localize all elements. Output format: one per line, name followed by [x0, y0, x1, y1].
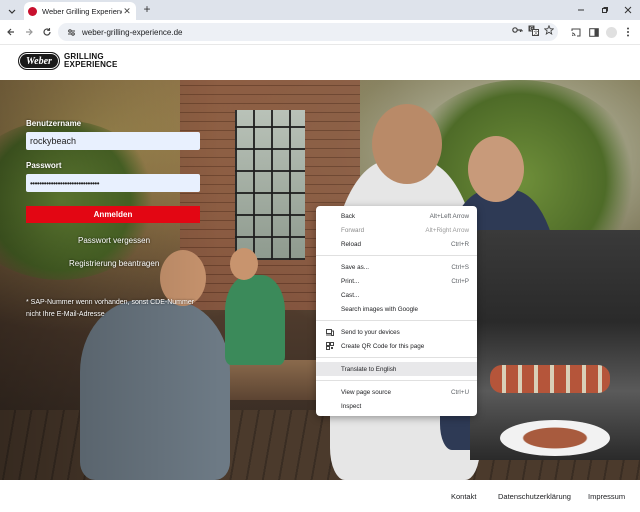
login-button[interactable]: Anmelden: [26, 206, 200, 223]
context-menu-translate[interactable]: Translate to English: [316, 362, 477, 376]
minimize-icon[interactable]: [574, 3, 588, 17]
restore-icon[interactable]: [598, 3, 612, 17]
new-tab-button[interactable]: +: [141, 3, 153, 15]
grill-food: [490, 365, 610, 393]
person-head: [468, 136, 524, 202]
logo-line2: EXPERIENCE: [64, 60, 118, 69]
tab-strip: Weber Grilling Experience ✕ +: [0, 0, 640, 20]
address-bar[interactable]: weber-grilling-experience.de: [58, 23, 558, 41]
side-panel-icon[interactable]: [588, 26, 600, 38]
password-label: Passwort: [26, 161, 62, 170]
bookmark-star-icon[interactable]: [543, 24, 555, 36]
svg-text:文: 文: [533, 29, 538, 36]
context-menu-separator: [316, 320, 477, 321]
cast-icon[interactable]: [570, 26, 582, 38]
password-key-icon[interactable]: [511, 24, 523, 36]
browser-tab[interactable]: Weber Grilling Experience ✕: [24, 2, 136, 20]
person-green-shirt: [225, 275, 285, 365]
username-field[interactable]: [26, 132, 200, 150]
devices-icon: [326, 328, 334, 336]
context-menu-cast[interactable]: Cast...: [316, 288, 477, 302]
footer-impressum-link[interactable]: Impressum: [588, 492, 625, 501]
context-menu-forward[interactable]: Forward Alt+Right Arrow: [316, 223, 477, 237]
footer-kontakt-link[interactable]: Kontakt: [451, 492, 476, 501]
food-plate: [500, 420, 610, 456]
browser-toolbar: weber-grilling-experience.de G文: [0, 20, 640, 44]
password-field[interactable]: [26, 174, 200, 192]
context-menu-view-source[interactable]: View page source Ctrl+U: [316, 385, 477, 399]
site-info-icon[interactable]: [66, 27, 76, 37]
weber-logo-mark: Weber: [18, 52, 60, 70]
context-menu-create-qr[interactable]: Create QR Code for this page: [316, 339, 477, 353]
context-menu-back[interactable]: Back Alt+Left Arrow: [316, 209, 477, 223]
forgot-password-link[interactable]: Passwort vergessen: [78, 236, 150, 245]
weber-logo[interactable]: Weber GRILLING EXPERIENCE: [18, 52, 118, 70]
person-head: [230, 248, 258, 280]
forward-icon[interactable]: [22, 25, 36, 39]
context-menu-send-to-devices[interactable]: Send to your devices: [316, 325, 477, 339]
context-menu-search-images[interactable]: Search images with Google: [316, 302, 477, 316]
background-window: [235, 110, 305, 260]
context-menu-separator: [316, 380, 477, 381]
context-menu: Back Alt+Left Arrow Forward Alt+Right Ar…: [316, 206, 477, 416]
context-menu-separator: [316, 255, 477, 256]
close-window-icon[interactable]: [621, 3, 635, 17]
context-menu-separator: [316, 357, 477, 358]
qr-code-icon: [326, 342, 334, 350]
logo-wordmark: GRILLING EXPERIENCE: [64, 53, 118, 69]
back-icon[interactable]: [4, 25, 18, 39]
tab-title: Weber Grilling Experience: [42, 6, 122, 16]
reload-icon[interactable]: [40, 25, 54, 39]
site-footer: Kontakt Datenschutzerklärung Impressum: [0, 480, 640, 512]
context-menu-save-as[interactable]: Save as... Ctrl+S: [316, 260, 477, 274]
context-menu-print[interactable]: Print... Ctrl+P: [316, 274, 477, 288]
context-menu-inspect[interactable]: Inspect: [316, 399, 477, 413]
menu-icon[interactable]: [622, 26, 634, 38]
tab-close-icon[interactable]: ✕: [122, 6, 132, 16]
url-text: weber-grilling-experience.de: [82, 27, 183, 37]
tab-search-icon[interactable]: [4, 3, 19, 18]
register-link[interactable]: Registrierung beantragen: [69, 259, 159, 268]
person-head: [372, 104, 442, 184]
profile-icon[interactable]: [605, 26, 617, 38]
username-label: Benutzername: [26, 119, 82, 128]
context-menu-reload[interactable]: Reload Ctrl+R: [316, 237, 477, 251]
weber-favicon-icon: [28, 6, 37, 16]
footer-datenschutz-link[interactable]: Datenschutzerklärung: [498, 492, 571, 501]
sap-number-note: * SAP-Nummer wenn vorhanden, sonst CDE-N…: [26, 299, 195, 318]
translate-icon[interactable]: G文: [527, 24, 539, 36]
